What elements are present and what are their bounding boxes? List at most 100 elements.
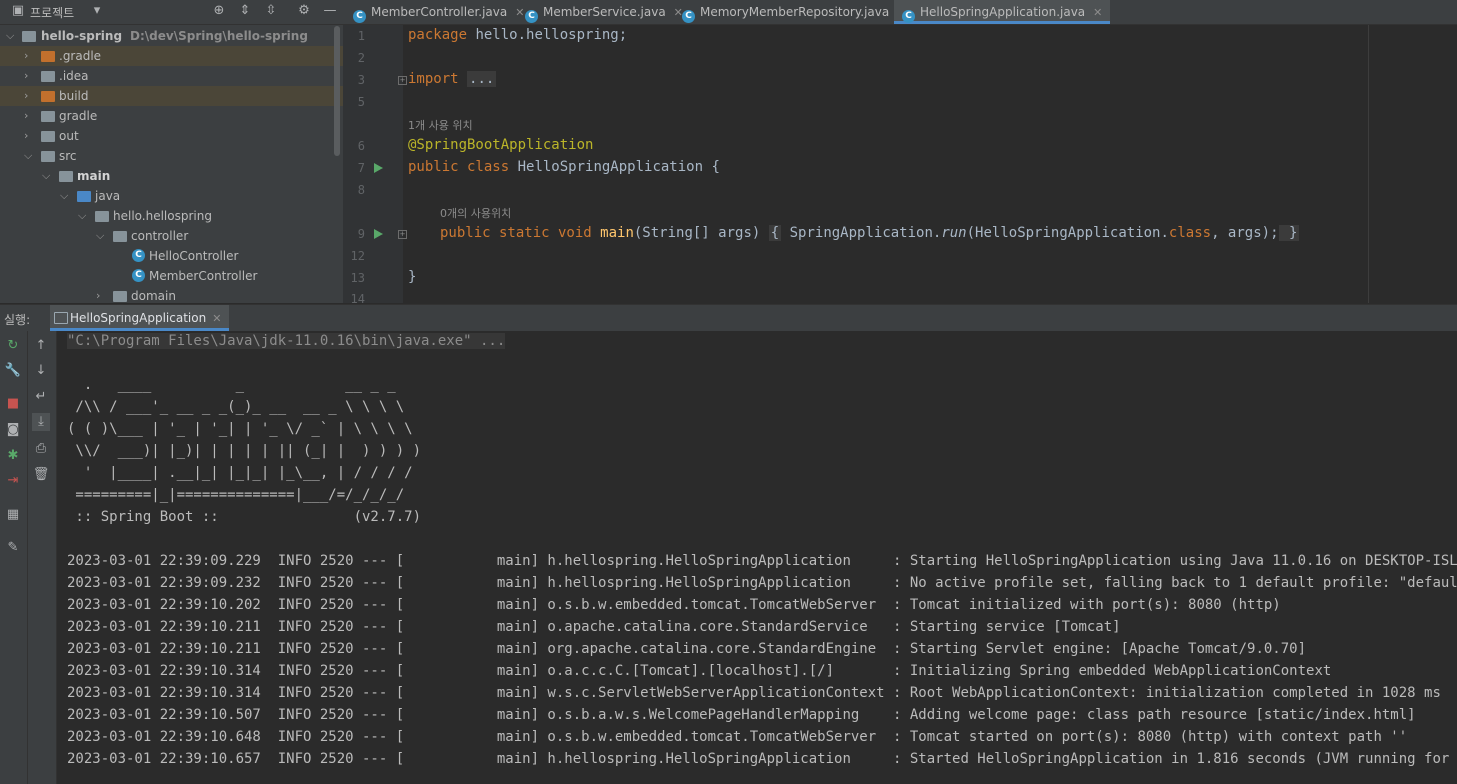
log-line: 2023-03-01 22:39:09.229 INFO 2520 --- [ …	[67, 553, 1457, 569]
arrow-up-icon[interactable]: ↑	[32, 337, 50, 355]
minimize-icon[interactable]: —	[322, 3, 338, 19]
tab-hello-spring-application[interactable]: C HelloSpringApplication.java ✕	[894, 0, 1111, 24]
run-tab-label: HelloSpringApplication	[70, 311, 207, 325]
chevron-right-icon[interactable]: ›	[24, 66, 36, 86]
tree-item-label: .idea	[59, 69, 89, 83]
folded-imports[interactable]: ...	[467, 71, 497, 87]
tree-item-controller[interactable]: ⌵ controller	[0, 226, 343, 246]
chevron-right-icon[interactable]: ›	[96, 286, 108, 303]
tree-root[interactable]: ⌵ hello-spring D:\dev\Spring\hello-spring	[0, 26, 343, 46]
chevron-down-icon[interactable]: ⌵	[60, 186, 72, 206]
line-number: 5	[357, 95, 365, 109]
chevron-right-icon[interactable]: ›	[24, 106, 36, 126]
tree-item-hello-controller[interactable]: C HelloController	[0, 246, 343, 266]
exit-icon[interactable]: ⇥	[4, 472, 22, 490]
project-view-icon[interactable]: ▣	[10, 3, 26, 19]
tab-member-controller[interactable]: C MemberController.java ✕	[353, 0, 524, 24]
tree-item-gradle-cache[interactable]: › .gradle	[0, 46, 343, 66]
trash-icon[interactable]: 🗑	[32, 466, 50, 484]
code-token: public class	[408, 159, 510, 175]
tab-memory-member-repository[interactable]: CMemoryMemberRepository.java✕	[682, 0, 906, 24]
banner-line: \\/ ___)| |_)| | | | | || (_| | ) ) ) )	[67, 443, 422, 459]
console-command-line[interactable]: "C:\Program Files\Java\jdk-11.0.16\bin\j…	[67, 333, 506, 349]
close-icon[interactable]: ✕	[515, 6, 524, 19]
tree-item-java[interactable]: ⌵ java	[0, 186, 343, 206]
tree-item-build[interactable]: › build	[0, 86, 343, 106]
gear-icon[interactable]: ⚙	[296, 3, 312, 19]
run-tool-header: 실행: HelloSpringApplication ✕	[0, 304, 1457, 332]
tab-label: MemberService.java	[543, 5, 666, 19]
close-icon[interactable]: ✕	[212, 312, 221, 325]
project-scrollbar[interactable]	[334, 26, 340, 156]
project-panel-header: ▣ 프로젝트 ▾ ⊕ ⇕ ⇳ ⚙ —	[0, 0, 343, 25]
print-icon[interactable]: ⎙	[32, 440, 50, 458]
chevron-down-icon[interactable]: ⌵	[78, 206, 90, 226]
log-line: 2023-03-01 22:39:10.211 INFO 2520 --- [ …	[67, 641, 1307, 657]
chevron-down-icon[interactable]: ▾	[89, 3, 105, 19]
wrench-icon[interactable]: 🔧	[4, 362, 22, 380]
scroll-to-end-icon[interactable]: ⤓	[32, 413, 50, 431]
code-line-import: import ...	[408, 71, 497, 87]
package-icon	[113, 231, 127, 242]
class-icon: C	[902, 10, 915, 23]
tree-item-package-root[interactable]: ⌵ hello.hellospring	[0, 206, 343, 226]
arrow-down-icon[interactable]: ↓	[32, 362, 50, 380]
tree-item-label: java	[95, 189, 121, 203]
tree-item-label: gradle	[59, 109, 98, 123]
banner-line: ( ( )\___ | '_ | '_| | '_ \/ _` | \ \ \ …	[67, 421, 413, 437]
log-line: 2023-03-01 22:39:10.507 INFO 2520 --- [ …	[67, 707, 1416, 723]
code-line-package: package hello.hellospring;	[408, 27, 627, 43]
chevron-down-icon[interactable]: ⌵	[96, 226, 108, 246]
debug-icon[interactable]: ✱	[4, 447, 22, 465]
source-folder-icon	[77, 191, 91, 202]
run-tab[interactable]: HelloSpringApplication ✕	[50, 305, 230, 331]
chevron-down-icon[interactable]: ⌵	[42, 166, 54, 186]
log-line: 2023-03-01 22:39:10.657 INFO 2520 --- [ …	[67, 751, 1457, 767]
chevron-down-icon[interactable]: ⌵	[6, 26, 18, 46]
expand-all-icon[interactable]: ⇕	[237, 3, 253, 19]
fold-icon[interactable]: +	[398, 76, 407, 85]
class-icon: C	[353, 10, 366, 23]
log-line: 2023-03-01 22:39:10.648 INFO 2520 --- [ …	[67, 729, 1408, 745]
code-token: }	[1278, 225, 1300, 241]
tree-item-label: MemberController	[149, 269, 258, 283]
stop-icon[interactable]: ■	[4, 395, 22, 413]
usage-hint[interactable]: 0개의 사용위치	[440, 205, 511, 221]
code-token: class	[1168, 225, 1212, 241]
tree-item-member-controller[interactable]: C MemberController	[0, 266, 343, 286]
camera-icon[interactable]: ◙	[4, 421, 22, 439]
tab-label: MemoryMemberRepository.java	[700, 5, 890, 19]
tree-item-src[interactable]: ⌵ src	[0, 146, 343, 166]
run-config-icon	[54, 312, 68, 324]
chevron-right-icon[interactable]: ›	[24, 46, 36, 66]
package-icon	[95, 211, 109, 222]
tree-item-out[interactable]: › out	[0, 126, 343, 146]
run-gutter-icon[interactable]	[374, 163, 383, 173]
usage-hint[interactable]: 1개 사용 위치	[408, 117, 473, 133]
tree-item-main[interactable]: ⌵ main	[0, 166, 343, 186]
tree-item-gradle[interactable]: › gradle	[0, 106, 343, 126]
code-token: HelloSpringApplication {	[509, 159, 720, 175]
chevron-right-icon[interactable]: ›	[24, 126, 36, 146]
code-token: main	[600, 225, 634, 241]
layout-icon[interactable]: ▦	[4, 506, 22, 524]
collapse-all-icon[interactable]: ⇳	[263, 3, 279, 19]
tree-item-domain[interactable]: › domain	[0, 286, 343, 303]
fold-icon[interactable]: +	[398, 230, 407, 239]
soft-wrap-icon[interactable]: ↵	[32, 388, 50, 406]
class-icon: C	[132, 249, 145, 262]
class-icon: C	[132, 269, 145, 282]
run-gutter-icon[interactable]	[374, 229, 383, 239]
folder-icon	[41, 111, 55, 122]
close-icon[interactable]: ✕	[1093, 6, 1102, 19]
line-number: 8	[357, 183, 365, 197]
tree-item-idea[interactable]: › .idea	[0, 66, 343, 86]
project-panel-title[interactable]: 프로젝트	[30, 4, 74, 21]
tab-member-service[interactable]: C MemberService.java ✕	[525, 0, 683, 24]
pin-icon[interactable]: ✎	[4, 539, 22, 557]
chevron-down-icon[interactable]: ⌵	[24, 146, 36, 166]
package-icon	[113, 291, 127, 302]
rerun-icon[interactable]: ↻	[4, 337, 22, 355]
chevron-right-icon[interactable]: ›	[24, 86, 36, 106]
locate-icon[interactable]: ⊕	[211, 3, 227, 19]
